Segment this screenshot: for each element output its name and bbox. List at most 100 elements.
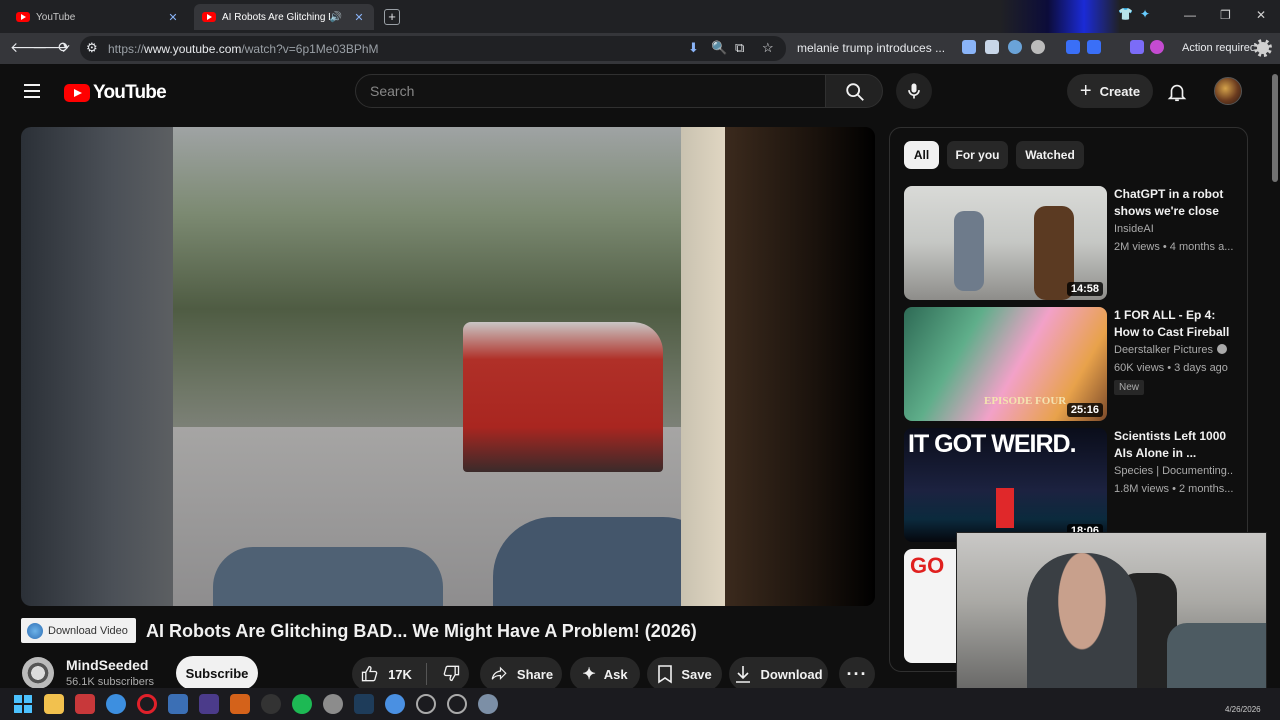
ask-button[interactable]: ✦ Ask [570, 657, 640, 691]
close-tab-icon[interactable]: ✕ [166, 11, 180, 24]
app-icon-blue[interactable] [168, 694, 188, 714]
app-icon-outline-2[interactable] [447, 694, 467, 714]
speaker-icon[interactable]: 🔊 [330, 12, 342, 23]
site-info-icon[interactable]: ⚙ [86, 40, 98, 56]
app-icon-orange[interactable] [230, 694, 250, 714]
sparkle-icon[interactable]: ✦ [1140, 7, 1150, 21]
file-explorer-icon[interactable] [44, 694, 64, 714]
close-window-icon[interactable]: ✕ [1256, 8, 1266, 22]
close-tab-icon[interactable]: ✕ [352, 11, 366, 24]
app-icon-purple[interactable] [199, 694, 219, 714]
download-arrow-icon [736, 666, 751, 683]
globe-icon [27, 622, 43, 639]
globe-extension-icon[interactable] [1008, 40, 1022, 54]
forward-arrow-icon[interactable]: 🡒 [32, 39, 70, 56]
maximize-icon[interactable]: ❐ [1220, 8, 1231, 22]
rec-title[interactable]: 1 FOR ALL - Ep 4: How to Cast Fireball [1114, 307, 1232, 341]
voice-search-button[interactable] [896, 73, 932, 109]
rec-thumbnail[interactable]: IT GOT WEIRD. 18:06 [904, 428, 1107, 542]
bookmark-star-icon[interactable]: ☆ [762, 40, 774, 56]
share-label: Share [516, 666, 554, 682]
reload-icon[interactable]: ⟳ [55, 39, 73, 56]
puzzle-icon[interactable] [1087, 40, 1101, 54]
rec-channel[interactable]: Species | Documenting... [1114, 465, 1234, 477]
like-count[interactable]: 17K [388, 667, 412, 682]
search-button[interactable] [825, 74, 883, 108]
app-icon-gray[interactable] [323, 694, 343, 714]
rec-thumbnail[interactable]: 14:58 [904, 186, 1107, 300]
rec-video-item[interactable]: EPISODE FOUR 25:16 1 FOR ALL - Ep 4: How… [904, 307, 1234, 421]
rec-thumbnail[interactable]: EPISODE FOUR 25:16 [904, 307, 1107, 421]
video-player[interactable] [21, 127, 875, 606]
bing-chat-icon[interactable] [1130, 40, 1144, 54]
minimize-icon[interactable]: — [1184, 8, 1196, 22]
chip-watched[interactable]: Watched [1016, 141, 1084, 169]
like-button[interactable] [360, 664, 380, 684]
download-button[interactable]: Download [729, 657, 828, 691]
save-button[interactable]: Save [647, 657, 722, 691]
rec-video-item[interactable]: 14:58 ChatGPT in a robot shows we're clo… [904, 186, 1234, 300]
subscribe-button[interactable]: Subscribe [176, 656, 258, 690]
new-tab-button[interactable]: + [384, 9, 400, 25]
rec-title[interactable]: Scientists Left 1000 AIs Alone in ... [1114, 428, 1232, 462]
channel-avatar[interactable] [22, 657, 54, 689]
download-video-extension-button[interactable]: Download Video [21, 618, 136, 643]
url-bar[interactable]: ⚙ https://www.youtube.com/watch?v=6p1Me0… [80, 36, 786, 61]
search-suggestion[interactable]: melanie trump introduces ... [797, 41, 945, 55]
browser-active-icon[interactable] [385, 694, 405, 714]
notifications-bell-icon[interactable] [1166, 81, 1188, 103]
youtube-play-logo-icon [64, 84, 90, 102]
obs-icon[interactable] [261, 694, 281, 714]
search-input[interactable] [355, 74, 826, 108]
tab-youtube[interactable]: YouTube ✕ [8, 4, 188, 30]
thumbs-up-icon [361, 665, 378, 682]
na-extension-icon[interactable] [1031, 40, 1045, 54]
create-button[interactable]: + Create [1067, 74, 1153, 108]
menu-icon[interactable] [24, 84, 40, 98]
more-actions-button[interactable]: ··· [839, 657, 875, 691]
url-text[interactable]: https://www.youtube.com/watch?v=6p1Me03B… [108, 42, 379, 56]
tab-active-video[interactable]: AI Robots Are Glitching BAD... 🔊 ✕ [194, 4, 374, 30]
edge-browser-icon[interactable] [106, 694, 126, 714]
settings-icon[interactable] [478, 694, 498, 714]
rec-channel[interactable]: InsideAI [1114, 223, 1234, 235]
extension-icon[interactable] [1066, 40, 1080, 54]
action-required-label[interactable]: Action required [1182, 42, 1256, 54]
dislike-button[interactable] [441, 663, 461, 686]
channel-name[interactable]: MindSeeded [66, 657, 148, 673]
steam-icon[interactable] [354, 694, 374, 714]
streamer [1027, 553, 1137, 705]
zoom-icon[interactable]: 🔍 [711, 40, 727, 56]
tshirt-icon[interactable]: 👕 [1118, 7, 1133, 21]
thumbs-down-icon [443, 665, 460, 681]
video-title: AI Robots Are Glitching BAD... We Might … [146, 621, 697, 641]
home-icon[interactable] [962, 40, 976, 54]
page-scroll-thumb[interactable] [1272, 74, 1278, 182]
app-icon-outline[interactable] [416, 694, 436, 714]
chip-for-you[interactable]: For you [947, 141, 1008, 169]
app-icon-red[interactable] [75, 694, 95, 714]
back-arrow-icon[interactable]: 🡐 [10, 39, 48, 56]
copilot-icon[interactable] [1150, 40, 1164, 54]
save-label: Save [681, 666, 712, 682]
ask-label: Ask [603, 666, 628, 682]
rec-channel[interactable]: Deerstalker Pictures [1114, 344, 1234, 356]
chip-all[interactable]: All [904, 141, 939, 169]
spotify-icon[interactable] [292, 694, 312, 714]
bookmark-icon [658, 665, 673, 684]
share-button[interactable]: Share [480, 657, 562, 691]
rec-title[interactable]: ChatGPT in a robot shows we're close ... [1114, 186, 1232, 220]
rec-thumb-caption: EPISODE FOUR [984, 395, 1067, 407]
download-icon[interactable]: ⬇ [688, 40, 699, 56]
rec-video-item[interactable]: IT GOT WEIRD. 18:06 Scientists Left 1000… [904, 428, 1234, 542]
opera-icon[interactable] [137, 694, 157, 714]
download-video-label: Download Video [48, 624, 128, 637]
youtube-favicon-icon [16, 12, 30, 22]
windows-start-icon[interactable] [13, 694, 33, 714]
account-avatar[interactable] [1214, 77, 1242, 105]
settings-gear-icon[interactable] [1254, 39, 1272, 57]
youtube-logo[interactable]: YouTube [64, 82, 167, 104]
more-dots-icon: ··· [846, 663, 868, 684]
reading-list-icon[interactable] [985, 40, 999, 54]
cast-icon[interactable]: ⧉ [735, 40, 744, 56]
